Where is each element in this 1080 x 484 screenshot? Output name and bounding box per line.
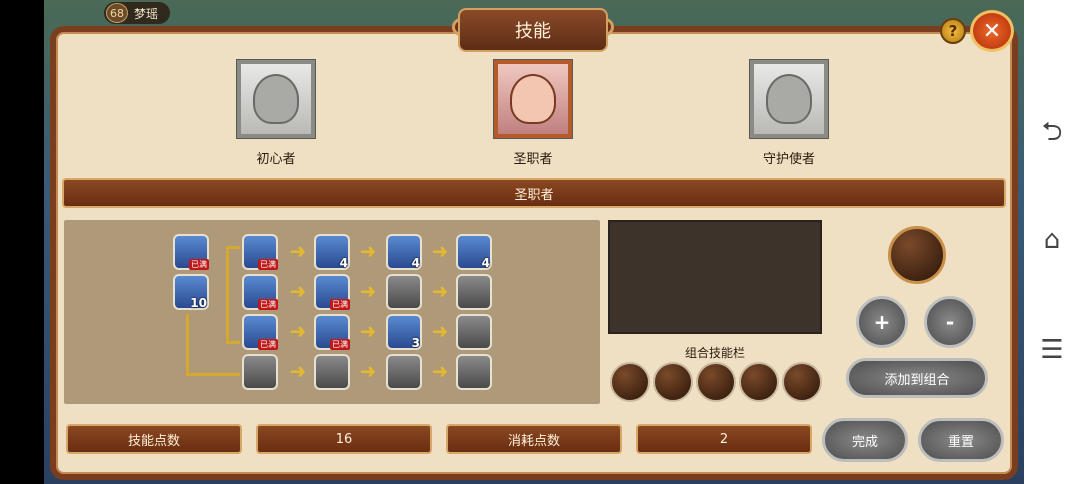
arrow-right-icon: ➜ [431,239,449,263]
job-label: 圣职者 [513,152,553,167]
skill-dial[interactable] [888,226,946,284]
arrow-right-icon: ➜ [289,319,307,343]
job-label: 守护使者 [762,152,815,167]
combo-slot[interactable] [610,362,650,402]
add-to-combo-button[interactable]: 添加到组合 [846,358,988,398]
skill-slot[interactable] [456,314,492,350]
player-info: 68 梦瑶 [104,2,171,24]
selected-job-banner: 圣职者 [62,178,1006,208]
skill-slot[interactable]: 已满 [314,274,350,310]
player-level-badge: 68 [106,3,128,23]
combo-bar-label: 组合技能栏 [684,346,745,360]
system-nav-bar: ⮌ ⌂ ☰ [1024,0,1080,484]
skill-slot[interactable]: 4 [456,234,492,270]
combo-slot[interactable] [696,362,736,402]
skill-slot[interactable]: 4 [386,234,422,270]
skill-badge: 已满 [258,339,278,350]
arrow-right-icon: ➜ [431,319,449,343]
skill-badge: 已满 [258,299,278,310]
guardian-portrait [750,60,828,138]
branch-connector [186,314,240,376]
skill-slot[interactable]: 已满 [314,314,350,350]
skill-badge: 已满 [258,259,278,270]
skill-badge: 已满 [330,339,350,350]
arrow-right-icon: ➜ [359,239,377,263]
skill-slot[interactable] [314,354,350,390]
player-name: 梦瑶 [134,6,159,21]
combo-slot[interactable] [653,362,693,402]
increase-button[interactable]: + [856,296,908,348]
novice-face-icon [253,74,299,124]
combo-slot[interactable] [739,362,779,402]
skill-slot[interactable]: 4 [314,234,350,270]
guardian-face-icon [766,74,812,124]
decrease-button[interactable]: - [924,296,976,348]
skill-slot[interactable]: 已满 [242,274,278,310]
skill-badge: 10 [190,296,207,310]
skill-badge: 3 [411,336,420,350]
skill-points-label: 技能点数 [66,424,242,454]
skill-badge: 4 [411,256,420,270]
done-button[interactable]: 完成 [822,418,908,462]
arrow-right-icon: ➜ [359,319,377,343]
arrow-right-icon: ➜ [289,279,307,303]
skill-badge: 已满 [330,299,350,310]
cleric-portrait [494,60,572,138]
skill-slot[interactable]: 10 [173,274,209,310]
cleric-face-icon [510,74,556,124]
close-button[interactable]: ✕ [970,10,1014,52]
skill-slot[interactable]: 已满 [173,234,209,270]
job-tab-novice[interactable]: 初心者 [237,60,315,167]
skill-badge: 已满 [189,259,209,270]
skill-badge: 4 [339,256,348,270]
novice-portrait [237,60,315,138]
skill-slot[interactable]: 3 [386,314,422,350]
reset-button[interactable]: 重置 [918,418,1004,462]
back-icon[interactable]: ⮌ [1040,119,1064,145]
menu-icon[interactable]: ☰ [1040,337,1064,363]
job-tab-guardian[interactable]: 守护使者 [750,60,828,167]
skill-slot[interactable]: 已满 [242,314,278,350]
cost-points-label: 消耗点数 [446,424,622,454]
game-screen: 68 梦瑶 技能 ? ✕ 初心者 圣职者 守护使者 圣职者 已满 10 已满 ➜… [0,0,1080,484]
skill-badge: 4 [481,256,490,270]
arrow-right-icon: ➜ [359,279,377,303]
home-icon[interactable]: ⌂ [1040,227,1064,253]
job-label: 初心者 [256,152,296,167]
skill-slot[interactable] [386,274,422,310]
arrow-right-icon: ➜ [431,359,449,383]
arrow-right-icon: ➜ [431,279,449,303]
skill-slot[interactable] [386,354,422,390]
skill-slot[interactable] [456,274,492,310]
skill-slot[interactable] [456,354,492,390]
help-button[interactable]: ? [940,18,966,44]
job-tab-cleric[interactable]: 圣职者 [494,60,572,167]
skill-preview-box [608,220,822,334]
combo-slot[interactable] [782,362,822,402]
arrow-right-icon: ➜ [289,359,307,383]
cost-points-value: 2 [636,424,812,454]
arrow-right-icon: ➜ [289,239,307,263]
skill-points-value: 16 [256,424,432,454]
arrow-right-icon: ➜ [359,359,377,383]
skill-slot[interactable] [242,354,278,390]
skill-slot[interactable]: 已满 [242,234,278,270]
window-title: 技能 [458,8,608,52]
